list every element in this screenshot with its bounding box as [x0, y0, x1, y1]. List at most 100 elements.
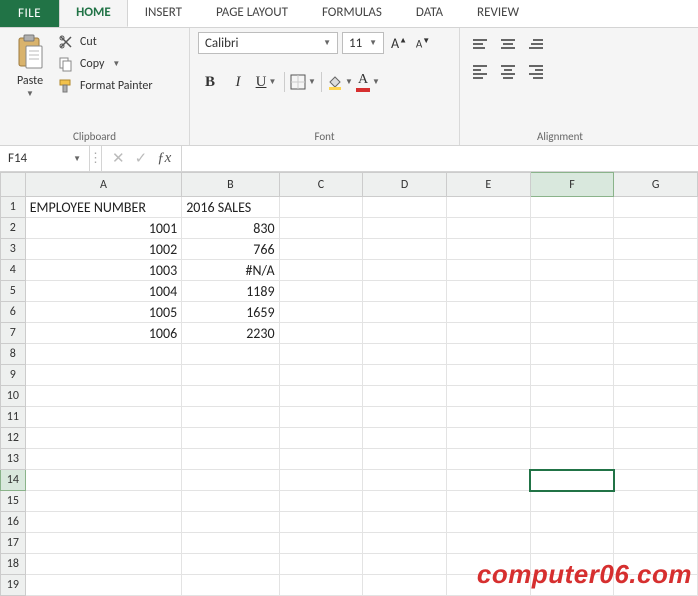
cell-D2[interactable]	[363, 218, 447, 239]
cell-C12[interactable]	[279, 428, 363, 449]
cell-E8[interactable]	[446, 344, 530, 365]
cell-D13[interactable]	[363, 449, 447, 470]
cell-A18[interactable]	[25, 554, 182, 575]
cell-E4[interactable]	[446, 260, 530, 281]
row-header-12[interactable]: 12	[1, 428, 26, 449]
cell-C13[interactable]	[279, 449, 363, 470]
cell-E6[interactable]	[446, 302, 530, 323]
cell-A10[interactable]	[25, 386, 182, 407]
cell-A2[interactable]: 1001	[25, 218, 182, 239]
cell-B4[interactable]: #N/A	[182, 260, 279, 281]
paste-button[interactable]: Paste ▼	[8, 32, 52, 98]
cell-C17[interactable]	[279, 533, 363, 554]
row-header-1[interactable]: 1	[1, 197, 26, 218]
cell-F9[interactable]	[530, 365, 614, 386]
cell-C4[interactable]	[279, 260, 363, 281]
tab-review[interactable]: REVIEW	[460, 0, 536, 27]
tab-data[interactable]: DATA	[399, 0, 460, 27]
cell-F2[interactable]	[530, 218, 614, 239]
cell-B11[interactable]	[182, 407, 279, 428]
cell-D7[interactable]	[363, 323, 447, 344]
cell-F19[interactable]	[530, 575, 614, 596]
row-header-19[interactable]: 19	[1, 575, 26, 596]
row-header-13[interactable]: 13	[1, 449, 26, 470]
cell-G10[interactable]	[614, 386, 698, 407]
cell-C8[interactable]	[279, 344, 363, 365]
name-box-resize-handle[interactable]: ⋮	[90, 146, 102, 171]
cell-G8[interactable]	[614, 344, 698, 365]
cell-D14[interactable]	[363, 470, 447, 491]
row-header-11[interactable]: 11	[1, 407, 26, 428]
cell-C10[interactable]	[279, 386, 363, 407]
cell-B3[interactable]: 766	[182, 239, 279, 260]
cell-B5[interactable]: 1189	[182, 281, 279, 302]
cell-C14[interactable]	[279, 470, 363, 491]
cell-D3[interactable]	[363, 239, 447, 260]
cell-B15[interactable]	[182, 491, 279, 512]
cell-C11[interactable]	[279, 407, 363, 428]
underline-button[interactable]: U▼	[254, 70, 278, 94]
cell-D1[interactable]	[363, 197, 447, 218]
align-left-button[interactable]	[468, 60, 492, 84]
cell-A3[interactable]: 1002	[25, 239, 182, 260]
cell-G13[interactable]	[614, 449, 698, 470]
row-header-16[interactable]: 16	[1, 512, 26, 533]
cell-F16[interactable]	[530, 512, 614, 533]
cell-E17[interactable]	[446, 533, 530, 554]
name-box[interactable]: F14 ▼	[0, 146, 90, 171]
cell-D12[interactable]	[363, 428, 447, 449]
cell-A17[interactable]	[25, 533, 182, 554]
cell-D6[interactable]	[363, 302, 447, 323]
cell-E1[interactable]	[446, 197, 530, 218]
cell-C7[interactable]	[279, 323, 363, 344]
cell-F18[interactable]	[530, 554, 614, 575]
cell-A7[interactable]: 1006	[25, 323, 182, 344]
column-header-B[interactable]: B	[182, 173, 279, 197]
cell-E18[interactable]	[446, 554, 530, 575]
cell-B14[interactable]	[182, 470, 279, 491]
file-tab[interactable]: FILE	[0, 0, 59, 27]
align-center-button[interactable]	[496, 60, 520, 84]
cell-E11[interactable]	[446, 407, 530, 428]
cell-G14[interactable]	[614, 470, 698, 491]
cell-E13[interactable]	[446, 449, 530, 470]
cell-F17[interactable]	[530, 533, 614, 554]
cell-G9[interactable]	[614, 365, 698, 386]
cell-G4[interactable]	[614, 260, 698, 281]
cell-G15[interactable]	[614, 491, 698, 512]
cell-C1[interactable]	[279, 197, 363, 218]
cell-B16[interactable]	[182, 512, 279, 533]
cell-E10[interactable]	[446, 386, 530, 407]
cell-B6[interactable]: 1659	[182, 302, 279, 323]
cell-E15[interactable]	[446, 491, 530, 512]
row-header-4[interactable]: 4	[1, 260, 26, 281]
cell-G7[interactable]	[614, 323, 698, 344]
row-header-17[interactable]: 17	[1, 533, 26, 554]
cell-F4[interactable]	[530, 260, 614, 281]
decrease-font-size-button[interactable]: A▼	[412, 32, 434, 54]
cell-B1[interactable]: 2016 SALES	[182, 197, 279, 218]
cell-B2[interactable]: 830	[182, 218, 279, 239]
cell-G16[interactable]	[614, 512, 698, 533]
cell-E9[interactable]	[446, 365, 530, 386]
cell-C19[interactable]	[279, 575, 363, 596]
cell-G2[interactable]	[614, 218, 698, 239]
cell-A1[interactable]: EMPLOYEE NUMBER	[25, 197, 182, 218]
cell-G17[interactable]	[614, 533, 698, 554]
cell-E5[interactable]	[446, 281, 530, 302]
cell-A4[interactable]: 1003	[25, 260, 182, 281]
cell-F7[interactable]	[530, 323, 614, 344]
cell-D18[interactable]	[363, 554, 447, 575]
cell-D15[interactable]	[363, 491, 447, 512]
align-top-button[interactable]	[468, 32, 492, 56]
row-header-7[interactable]: 7	[1, 323, 26, 344]
tab-insert[interactable]: INSERT	[128, 0, 199, 27]
cell-A8[interactable]	[25, 344, 182, 365]
cell-F1[interactable]	[530, 197, 614, 218]
cell-B9[interactable]	[182, 365, 279, 386]
cell-E2[interactable]	[446, 218, 530, 239]
cell-F10[interactable]	[530, 386, 614, 407]
fill-color-button[interactable]: ▼	[328, 70, 352, 94]
cell-A11[interactable]	[25, 407, 182, 428]
cell-D10[interactable]	[363, 386, 447, 407]
